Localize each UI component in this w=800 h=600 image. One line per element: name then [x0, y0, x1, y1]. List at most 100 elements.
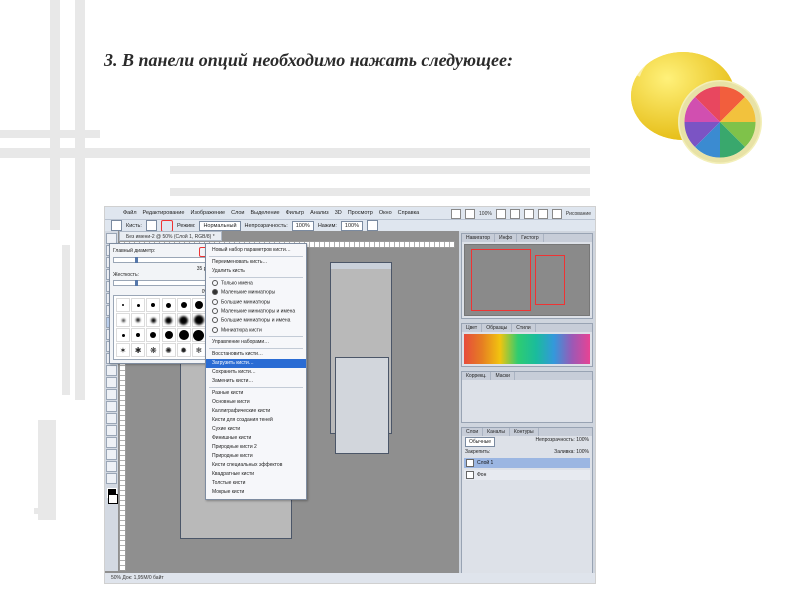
navigator-thumbnail[interactable] [464, 244, 590, 316]
ctx-small-thumb[interactable]: Маленькие миниатюры [206, 288, 306, 297]
rotate-view-icon[interactable] [524, 209, 534, 219]
brush-preview-icon[interactable] [146, 220, 157, 231]
screen-mode-icon[interactable] [552, 209, 562, 219]
lemon-image [618, 36, 788, 186]
background-swatch[interactable] [108, 494, 118, 504]
pen-tool-icon[interactable] [106, 401, 117, 412]
tab-color[interactable]: Цвет [462, 324, 482, 332]
ctx-reset[interactable]: Восстановить кисти… [206, 350, 306, 359]
layer-row[interactable]: Слой 1 [464, 458, 590, 468]
ctx-load[interactable]: Загрузить кисти… [206, 359, 306, 368]
tab-masks[interactable]: Маски [491, 372, 514, 380]
layer-row[interactable]: Фон [464, 470, 590, 480]
ctx-set-1[interactable]: Основные кисти [206, 398, 306, 407]
layers-fill-label: Заливка: [554, 449, 575, 455]
status-text: 50% Док: 1,95M/0 байт [111, 575, 164, 581]
tool-preset-icon[interactable] [111, 220, 122, 231]
ctx-set-5[interactable]: Финишные кисти [206, 434, 306, 443]
layer-name: Слой 1 [477, 460, 493, 466]
menu-select[interactable]: Выделение [250, 210, 279, 216]
menu-file[interactable]: Файл [123, 210, 137, 216]
visibility-icon[interactable] [466, 471, 474, 479]
ctx-set-10[interactable]: Толстые кисти [206, 479, 306, 488]
hand-tool-icon[interactable] [496, 209, 506, 219]
layers-opacity-label: Непрозрачность: [536, 437, 575, 443]
hardness-slider[interactable] [113, 280, 209, 286]
ctx-set-0[interactable]: Разные кисти [206, 389, 306, 398]
brush-label: Кисть: [126, 223, 142, 229]
document-tab[interactable]: Без имени-2 @ 50% (Слой 1, RGB/8) * [119, 231, 222, 241]
launch-bridge-icon[interactable] [451, 209, 461, 219]
visibility-icon[interactable] [466, 459, 474, 467]
shape-tool-icon[interactable] [106, 437, 117, 448]
zoom-field[interactable]: 100% [479, 211, 492, 217]
dodge-tool-icon[interactable] [106, 389, 117, 400]
ctx-small-list[interactable]: Маленькие миниатюры и имена [206, 307, 306, 316]
ctx-names-only[interactable]: Только имена [206, 279, 306, 288]
ctx-preset-manager[interactable]: Управление наборами… [206, 338, 306, 347]
tab-styles[interactable]: Стили [512, 324, 535, 332]
workspace-switcher[interactable]: Рисование [566, 211, 591, 217]
ctx-set-3[interactable]: Кисти для создания теней [206, 416, 306, 425]
navigator-panel: Навигатор Инфо Гистогр [461, 233, 593, 319]
ctx-new-preset[interactable]: Новый набор параметров кисти… [206, 246, 306, 255]
ctx-set-8[interactable]: Кисти специальных эффектов [206, 461, 306, 470]
ctx-set-9[interactable]: Квадратные кисти [206, 470, 306, 479]
menu-analysis[interactable]: Анализ [310, 210, 329, 216]
tab-swatches[interactable]: Образцы [482, 324, 512, 332]
ctx-stroke-thumb[interactable]: Миниатюра кисти [206, 326, 306, 335]
tab-navigator[interactable]: Навигатор [462, 234, 495, 242]
path-select-tool-icon[interactable] [106, 425, 117, 436]
tab-channels[interactable]: Каналы [483, 428, 510, 436]
right-panels: Навигатор Инфо Гистогр Цвет Образцы Стил… [459, 231, 595, 583]
flow-field[interactable]: 100% [341, 221, 363, 231]
blur-tool-icon[interactable] [106, 377, 117, 388]
zoom-tool2-icon[interactable] [106, 473, 117, 484]
zoom-tool-icon[interactable] [510, 209, 520, 219]
type-tool-icon[interactable] [106, 413, 117, 424]
menu-layer[interactable]: Слои [231, 210, 244, 216]
layers-fill-value[interactable]: 100% [576, 449, 589, 455]
menu-bar: Файл Редактирование Изображение Слои Выд… [105, 207, 595, 219]
diameter-label: Главный диаметр: [113, 248, 155, 254]
ctx-replace[interactable]: Заменить кисти… [206, 377, 306, 386]
ctx-set-6[interactable]: Природные кисти 2 [206, 443, 306, 452]
ctx-large-thumb[interactable]: Большие миниатюры [206, 298, 306, 307]
menu-help[interactable]: Справка [398, 210, 420, 216]
tab-layers[interactable]: Слои [462, 428, 483, 436]
menu-view[interactable]: Просмотр [348, 210, 373, 216]
menu-3d[interactable]: 3D [335, 210, 342, 216]
brush-thumbnails[interactable]: ✶ ✱ ❋ ✺ ✹ ❄ [113, 295, 209, 360]
ctx-large-list[interactable]: Большие миниатюры и имена [206, 316, 306, 325]
ctx-set-4[interactable]: Сухие кисти [206, 425, 306, 434]
slide-heading: 3. В панели опций необходимо нажать след… [104, 50, 513, 71]
adjustments-panel: Коррекц. Маски [461, 371, 593, 423]
menu-edit[interactable]: Редактирование [143, 210, 185, 216]
opacity-field[interactable]: 100% [292, 221, 314, 231]
view-extras-icon[interactable] [465, 209, 475, 219]
menu-window[interactable]: Окно [379, 210, 392, 216]
tab-histogram[interactable]: Гистогр [517, 234, 543, 242]
arrange-docs-icon[interactable] [538, 209, 548, 219]
tab-paths[interactable]: Контуры [510, 428, 539, 436]
layers-mode[interactable]: Обычные [465, 437, 495, 447]
ctx-save[interactable]: Сохранить кисти… [206, 368, 306, 377]
ctx-set-7[interactable]: Природные кисти [206, 452, 306, 461]
layers-opacity-value[interactable]: 100% [576, 437, 589, 443]
hand-tool2-icon[interactable] [106, 461, 117, 472]
tab-info[interactable]: Инфо [495, 234, 517, 242]
ctx-delete[interactable]: Удалить кисть [206, 267, 306, 276]
ctx-set-11[interactable]: Мокрые кисти [206, 488, 306, 497]
swatches-grid[interactable] [464, 334, 590, 364]
ctx-set-2[interactable]: Каллиграфические кисти [206, 407, 306, 416]
layers-panel: Слои Каналы Контуры Обычные Непрозрачнос… [461, 427, 593, 581]
3d-tool-icon[interactable] [106, 449, 117, 460]
ctx-rename[interactable]: Переименовать кисть… [206, 258, 306, 267]
gradient-tool-icon[interactable] [106, 365, 117, 376]
menu-image[interactable]: Изображение [190, 210, 225, 216]
diameter-slider[interactable] [113, 257, 209, 263]
tab-adjustments[interactable]: Коррекц. [462, 372, 491, 380]
menu-filter[interactable]: Фильтр [286, 210, 304, 216]
airbrush-icon[interactable] [367, 220, 378, 231]
mode-select[interactable]: Нормальный [199, 221, 240, 231]
